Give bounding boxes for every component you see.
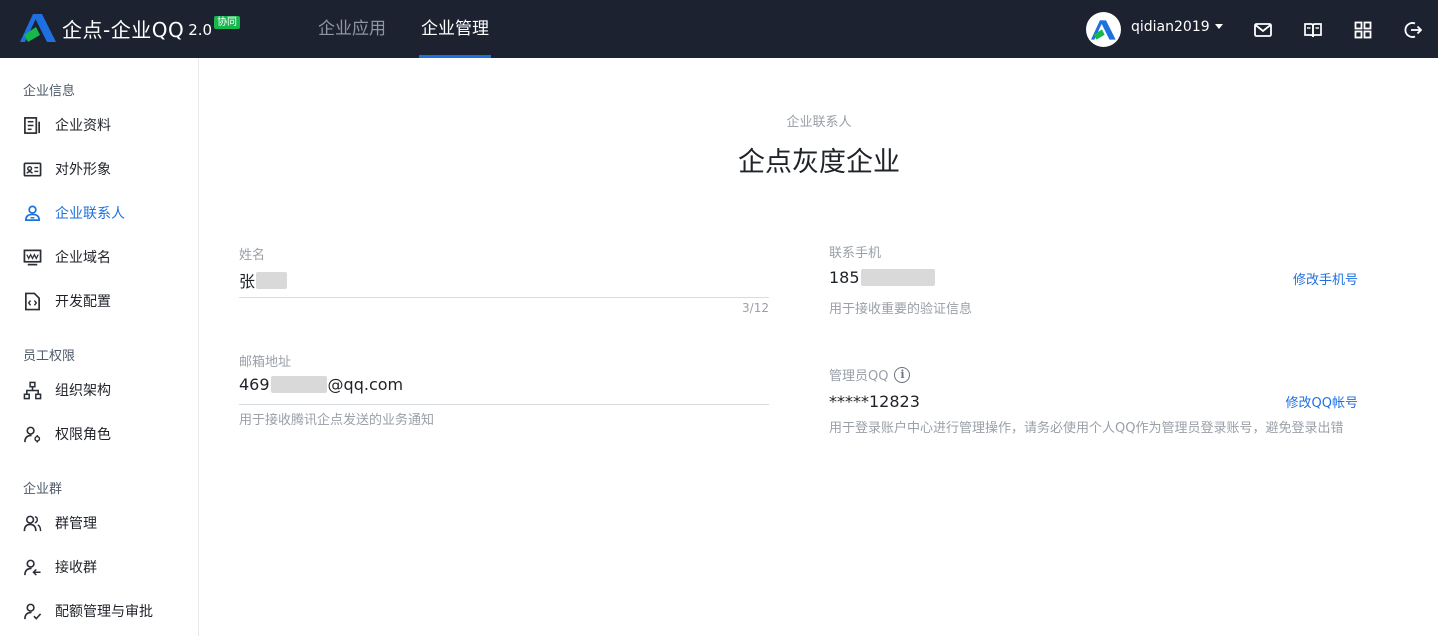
email-label: 邮箱地址 — [239, 355, 292, 370]
name-input[interactable]: 张 — [239, 268, 288, 292]
phone-label: 联系手机 — [829, 246, 882, 261]
sidebar-item-enterprise-domain[interactable]: 企业域名 — [0, 241, 198, 273]
sidebar-item-label: 配额管理与审批 — [55, 604, 153, 620]
phone-value: 185 — [829, 268, 860, 287]
app-logo[interactable]: 企点-企业QQ 2.0 协同 — [20, 13, 241, 43]
page-title: 企点灰度企业 — [738, 147, 900, 178]
sidebar-item-label: 群管理 — [55, 516, 97, 532]
sidebar-group-staff-permissions: 员工权限 — [23, 349, 76, 364]
admin-qq-hint: 用于登录账户中心进行管理操作，请务必使用个人QQ作为管理员登录账号，避免登录出错 — [829, 421, 1344, 436]
name-input-underline — [239, 297, 769, 298]
tab-enterprise-management[interactable]: 企业管理 — [419, 0, 491, 58]
users-icon — [23, 515, 42, 532]
sidebar-item-label: 组织架构 — [55, 383, 111, 399]
user-receive-icon — [24, 559, 41, 576]
sidebar-item-receive-groups[interactable]: 接收群 — [0, 551, 198, 583]
tab-enterprise-apps[interactable]: 企业应用 — [318, 0, 388, 58]
admin-qq-label: 管理员QQ — [829, 369, 889, 384]
sidebar-group-enterprise-info: 企业信息 — [23, 84, 76, 99]
book-icon[interactable] — [1303, 20, 1323, 40]
email-hint: 用于接收腾讯企点发送的业务通知 — [239, 413, 435, 428]
sidebar-item-label: 开发配置 — [55, 294, 111, 310]
sidebar-item-group-management[interactable]: 群管理 — [0, 507, 198, 539]
sidebar-item-label: 接收群 — [55, 560, 97, 576]
user-menu[interactable]: qidian2019 — [1131, 19, 1223, 35]
top-bar: 企点-企业QQ 2.0 协同 企业应用 企业管理 qidian2019 — [0, 0, 1438, 58]
sidebar-group-enterprise-groups: 企业群 — [23, 482, 63, 497]
email-input-underline — [239, 404, 769, 405]
sidebar-item-quota-approval[interactable]: 配额管理与审批 — [0, 595, 198, 627]
sidebar-item-label: 企业域名 — [55, 250, 111, 266]
mail-icon[interactable] — [1253, 20, 1273, 40]
sidebar-item-label: 权限角色 — [55, 427, 111, 443]
redacted-mask — [270, 376, 327, 393]
grid-apps-icon[interactable] — [1353, 20, 1373, 40]
logout-icon[interactable] — [1403, 20, 1423, 40]
email-value-suffix: @qq.com — [327, 375, 404, 394]
sidebar-item-dev-config[interactable]: 开发配置 — [0, 285, 198, 317]
user-check-icon — [24, 603, 42, 620]
change-qq-link[interactable]: 修改QQ帐号 — [1238, 392, 1358, 411]
name-char-counter: 3/12 — [742, 301, 769, 315]
app-badge: 协同 — [214, 15, 241, 29]
code-file-icon — [24, 292, 41, 311]
chevron-down-icon — [1214, 23, 1223, 29]
name-label: 姓名 — [239, 248, 266, 263]
redacted-mask — [860, 269, 935, 286]
name-value: 张 — [239, 272, 256, 291]
active-tab-indicator — [419, 55, 491, 58]
email-value-prefix: 469 — [239, 375, 270, 394]
sidebar-item-permission-roles[interactable]: 权限角色 — [0, 418, 198, 450]
phone-hint: 用于接收重要的验证信息 — [829, 302, 973, 317]
contact-person-icon — [24, 205, 41, 222]
user-gear-icon — [24, 426, 41, 443]
change-phone-link[interactable]: 修改手机号 — [1238, 269, 1358, 288]
page-subtitle: 企业联系人 — [786, 115, 852, 130]
avatar-logo-icon — [1090, 19, 1116, 40]
phone-value-field: 185 — [829, 268, 935, 287]
avatar[interactable] — [1086, 12, 1121, 47]
monitor-icon — [23, 249, 42, 266]
info-icon[interactable]: i — [894, 366, 911, 383]
admin-qq-value: *****12823 — [829, 392, 920, 411]
sidebar-item-enterprise-contact[interactable]: 企业联系人 — [0, 197, 198, 229]
org-chart-icon — [23, 381, 42, 400]
sidebar-item-label: 企业联系人 — [55, 206, 125, 222]
sidebar-item-org-structure[interactable]: 组织架构 — [0, 374, 198, 406]
email-input[interactable]: 469 @qq.com — [239, 375, 403, 394]
app-version: 2.0 — [188, 21, 213, 39]
redacted-mask — [256, 271, 288, 289]
admin-qq-label-row: 管理员QQ i — [829, 365, 911, 384]
qidian-logo-icon — [20, 14, 56, 42]
username-label: qidian2019 — [1131, 19, 1210, 35]
app-name: 企点-企业QQ — [62, 17, 185, 42]
